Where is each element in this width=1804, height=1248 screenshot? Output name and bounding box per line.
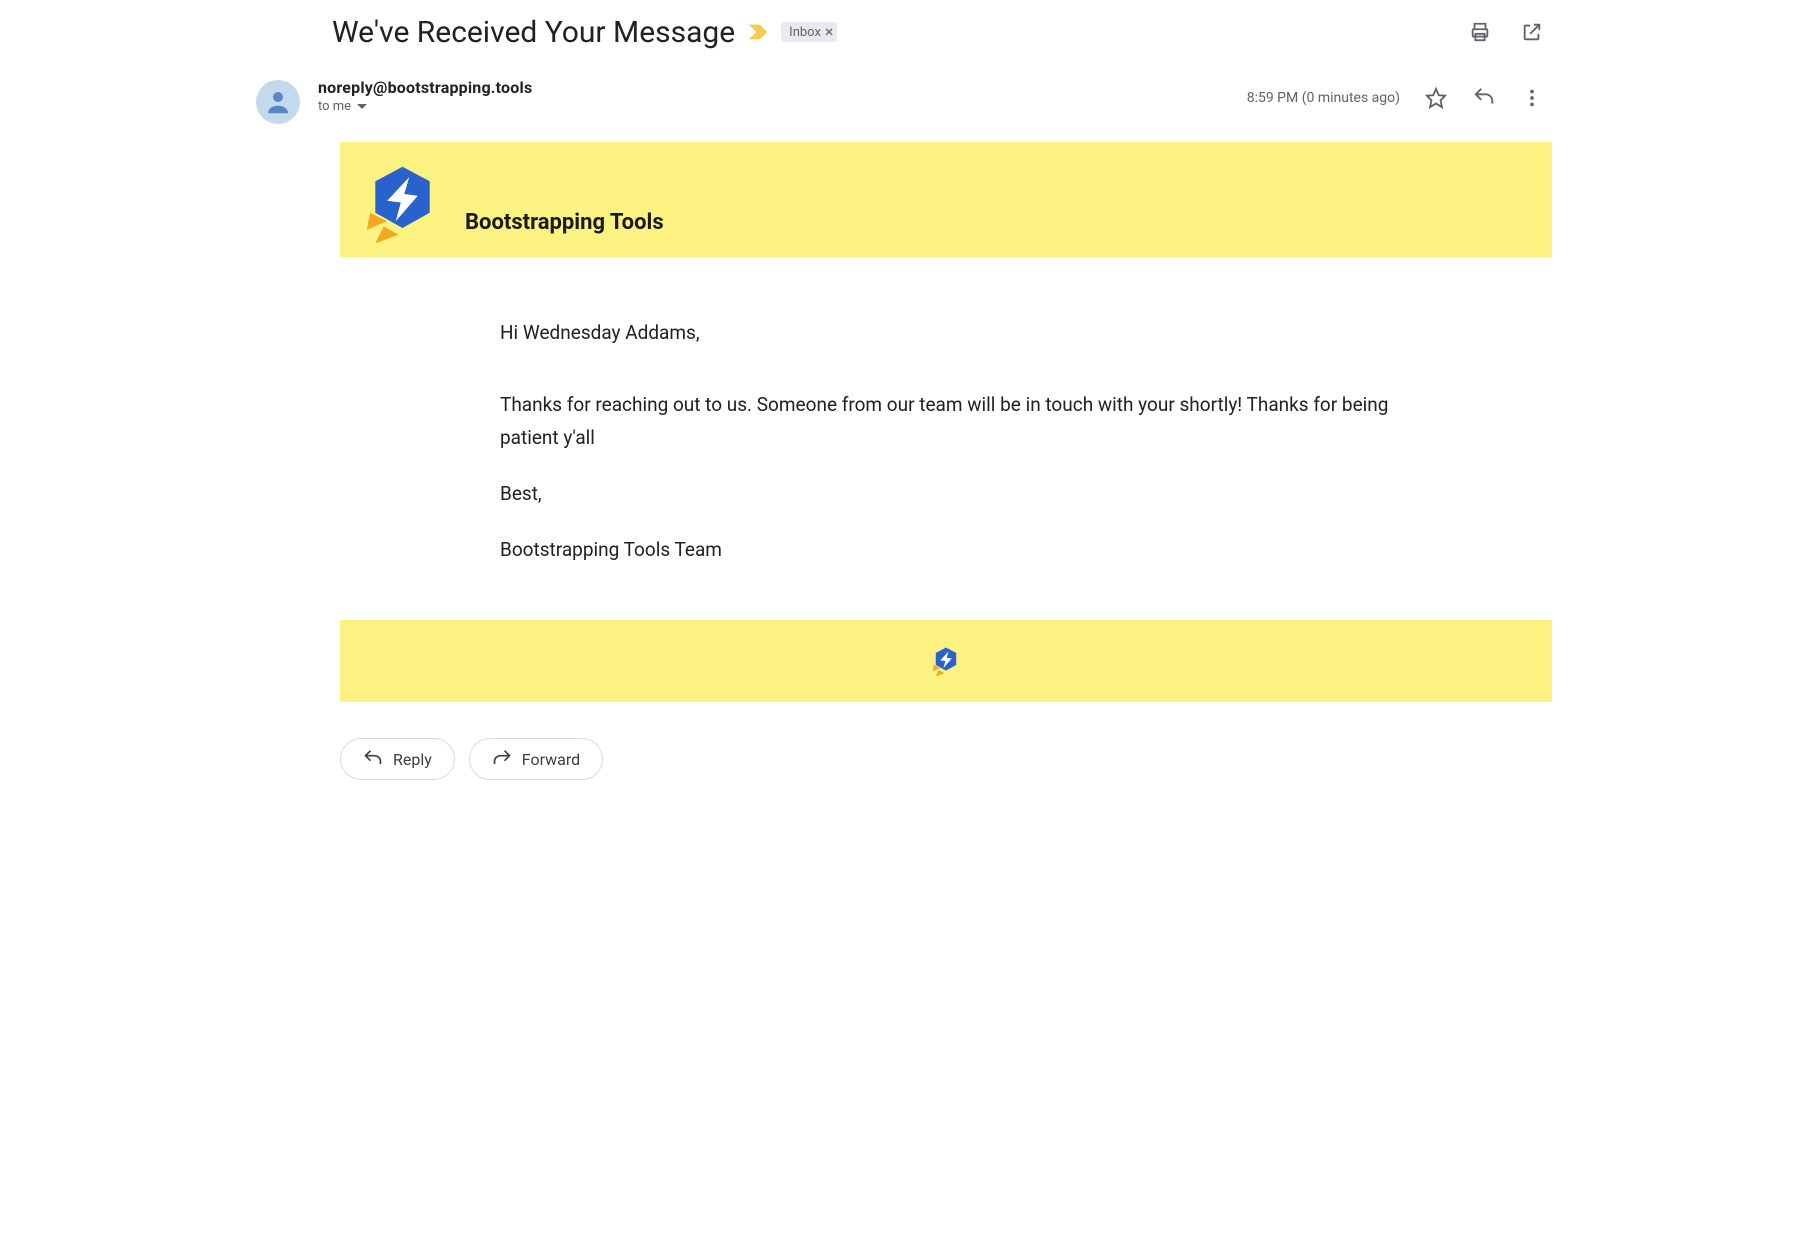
chevron-down-icon: [357, 104, 367, 109]
brand-logo-small-icon: [930, 645, 962, 677]
sender-email[interactable]: noreply@bootstrapping.tools: [318, 78, 1229, 97]
timestamp: 8:59 PM (0 minutes ago): [1247, 90, 1400, 106]
print-button[interactable]: [1460, 12, 1500, 52]
star-button[interactable]: [1416, 78, 1456, 118]
brand-header-banner: Bootstrapping Tools: [340, 142, 1552, 257]
sender-info: noreply@bootstrapping.tools to me: [318, 78, 1229, 114]
inbox-label-chip[interactable]: Inbox ×: [781, 22, 837, 42]
reply-icon-button[interactable]: [1464, 78, 1504, 118]
subject-row: We've Received Your Message Inbox ×: [252, 0, 1552, 64]
close-icon[interactable]: ×: [825, 24, 834, 40]
forward-label: Forward: [522, 750, 580, 769]
message-body: Hi Wednesday Addams, Thanks for reaching…: [340, 257, 1552, 620]
recipient-text: to me: [318, 99, 351, 114]
message-text: Thanks for reaching out to us. Someone f…: [500, 389, 1392, 454]
sender-row: noreply@bootstrapping.tools to me 8:59 P…: [252, 64, 1552, 142]
meta-actions: 8:59 PM (0 minutes ago): [1247, 78, 1552, 118]
brand-title: Bootstrapping Tools: [465, 210, 664, 245]
email-body: Bootstrapping Tools Hi Wednesday Addams,…: [340, 142, 1552, 702]
email-subject: We've Received Your Message: [332, 15, 735, 50]
recipient-dropdown[interactable]: to me: [318, 99, 1229, 114]
open-new-window-button[interactable]: [1512, 12, 1552, 52]
more-options-button[interactable]: [1512, 78, 1552, 118]
action-buttons-row: Reply Forward: [340, 702, 1552, 800]
salutation-text: Best,: [500, 478, 1392, 510]
signature-text: Bootstrapping Tools Team: [500, 534, 1392, 566]
brand-logo-icon: [360, 160, 445, 245]
label-text: Inbox: [789, 25, 821, 40]
reply-button[interactable]: Reply: [340, 738, 455, 780]
avatar[interactable]: [256, 80, 300, 124]
forward-button[interactable]: Forward: [469, 738, 603, 780]
reply-label: Reply: [393, 750, 432, 769]
important-marker-icon[interactable]: [747, 22, 769, 42]
greeting-text: Hi Wednesday Addams,: [500, 317, 1392, 349]
brand-footer-banner: [340, 620, 1552, 702]
